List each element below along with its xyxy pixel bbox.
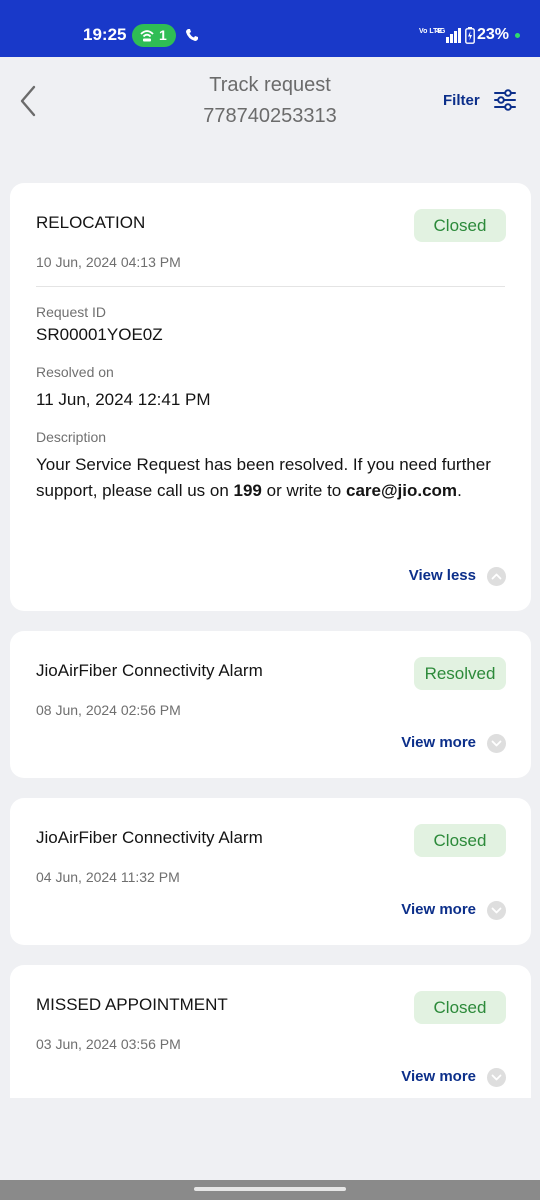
request-date: 10 Jun, 2024 04:13 PM [36, 254, 181, 270]
gesture-handle[interactable] [194, 1187, 346, 1191]
request-title: MISSED APPOINTMENT [36, 995, 228, 1014]
status-badge: Resolved [414, 657, 506, 690]
request-date: 04 Jun, 2024 11:32 PM [36, 869, 180, 885]
status-time: 19:25 [83, 25, 127, 44]
support-email[interactable]: care@jio.com [346, 481, 457, 500]
hotspot-count: 1 [159, 27, 167, 43]
battery-icon [465, 27, 475, 44]
support-phone[interactable]: 199 [234, 481, 262, 500]
toggle-label: View more [401, 901, 476, 918]
hotspot-indicator: 1 [132, 24, 176, 47]
status-bar: 19:25 1 Vo LTE 4G 23% [0, 0, 540, 57]
status-badge: Closed [414, 991, 506, 1024]
resolved-on-value: 11 Jun, 2024 12:41 PM [36, 390, 211, 409]
resolved-on-label: Resolved on [36, 364, 114, 380]
request-title: RELOCATION [36, 213, 146, 232]
request-id-value: SR00001YOE0Z [36, 325, 163, 344]
status-badge: Closed [414, 209, 506, 242]
request-title: JioAirFiber Connectivity Alarm [36, 828, 263, 847]
view-more-button[interactable]: View more [376, 1068, 506, 1088]
svg-text:4G: 4G [436, 28, 446, 35]
page-header: Track request 778740253313 Filter [0, 57, 540, 157]
request-date: 03 Jun, 2024 03:56 PM [36, 1036, 181, 1052]
request-card[interactable]: MISSED APPOINTMENT Closed 03 Jun, 2024 0… [10, 965, 531, 1098]
request-date: 08 Jun, 2024 02:56 PM [36, 702, 181, 718]
toggle-label: View more [401, 1068, 476, 1085]
toggle-label: View more [401, 734, 476, 751]
request-id-label: Request ID [36, 304, 107, 320]
phone-call-icon [186, 29, 198, 41]
request-title: JioAirFiber Connectivity Alarm [36, 661, 263, 680]
request-card-expanded[interactable]: RELOCATION Closed 10 Jun, 2024 04:13 PM … [10, 183, 531, 611]
sliders-icon[interactable] [493, 88, 517, 112]
chevron-down-icon [487, 734, 506, 753]
filter-button[interactable]: Filter [443, 92, 480, 109]
description-text: Your Service Request has been resolved. … [36, 455, 491, 500]
chevron-up-icon [487, 567, 506, 586]
view-more-button[interactable]: View more [376, 901, 506, 921]
chevron-down-icon [487, 1068, 506, 1087]
signal-strength-icon: 4G [436, 28, 461, 43]
request-card[interactable]: JioAirFiber Connectivity Alarm Closed 04… [10, 798, 531, 945]
toggle-label: View less [408, 567, 476, 584]
status-badge: Closed [414, 824, 506, 857]
divider [36, 286, 505, 287]
chevron-down-icon [487, 901, 506, 920]
hotspot-icon [140, 30, 154, 42]
description-label: Description [36, 429, 107, 445]
view-more-button[interactable]: View more [376, 734, 506, 754]
notification-dot [515, 33, 520, 38]
request-card[interactable]: JioAirFiber Connectivity Alarm Resolved … [10, 631, 531, 778]
system-nav-bar [0, 1180, 540, 1200]
battery-percentage: 23% [477, 26, 510, 43]
view-less-button[interactable]: View less [386, 567, 506, 587]
